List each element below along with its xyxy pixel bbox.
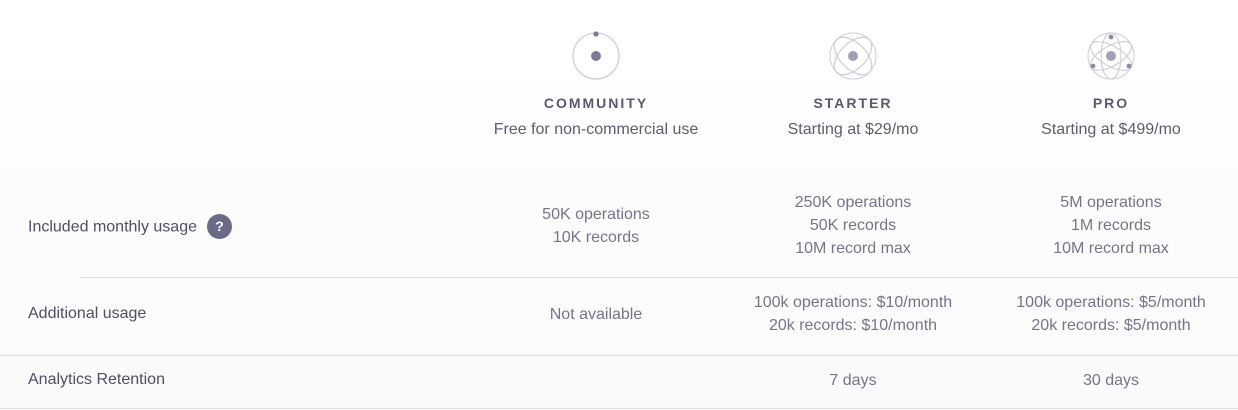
cell-starter-retention: 7 days [723, 369, 983, 392]
cell-line: 50K operations [542, 206, 650, 223]
orbit-single-icon [570, 30, 622, 82]
row-label-additional-usage: Additional usage [28, 305, 147, 322]
cell-line: 1M records [1070, 217, 1152, 234]
cell-line: 7 days [829, 372, 877, 389]
plan-name: PRO [1092, 95, 1130, 111]
cell-line: 10M record max [795, 240, 911, 257]
pricing-comparison-table: COMMUNITY Free for non-commercial use ST… [0, 0, 1238, 410]
cell-line: Not available [549, 306, 643, 323]
plan-price: Starting at $499/mo [1041, 121, 1181, 138]
cell-line: 5M operations [1060, 194, 1162, 211]
help-icon[interactable]: ? [207, 214, 232, 239]
plan-price: Free for non-commercial use [493, 121, 699, 138]
plan-price: Starting at $29/mo [787, 121, 919, 138]
cell-pro-additional: 100k operations: $5/month 20k records: $… [981, 291, 1238, 337]
cell-line: 20k records: $10/month [768, 317, 938, 334]
cell-community-included: 50K operations 10K records [466, 203, 726, 249]
plan-name: COMMUNITY [543, 95, 649, 111]
row-divider [0, 408, 1238, 409]
cell-line: 10K records [552, 229, 640, 246]
row-label-analytics-retention: Analytics Retention [28, 371, 165, 388]
cell-starter-additional: 100k operations: $10/month 20k records: … [723, 291, 983, 337]
cell-line: 100k operations: $10/month [753, 294, 953, 311]
row-label-text: Included monthly usage [28, 218, 197, 236]
row-divider [80, 277, 1238, 278]
cell-line: 250K operations [794, 194, 912, 211]
cell-line: 50K records [809, 217, 897, 234]
cell-pro-retention: 30 days [981, 369, 1238, 392]
cell-community-additional: Not available [466, 303, 726, 326]
row-divider [0, 355, 1238, 356]
row-label-included-usage: Included monthly usage? [28, 214, 232, 240]
orbit-double-icon [827, 30, 879, 82]
cell-line: 100k operations: $5/month [1016, 294, 1206, 311]
orbit-triple-icon [1085, 30, 1137, 82]
cell-line: 10M record max [1053, 240, 1169, 257]
cell-starter-included: 250K operations 50K records 10M record m… [723, 191, 983, 260]
cell-line: 20k records: $5/month [1031, 317, 1191, 334]
cell-pro-included: 5M operations 1M records 10M record max [981, 191, 1238, 260]
plan-name: STARTER [813, 95, 893, 111]
cell-line: 30 days [1082, 372, 1140, 389]
